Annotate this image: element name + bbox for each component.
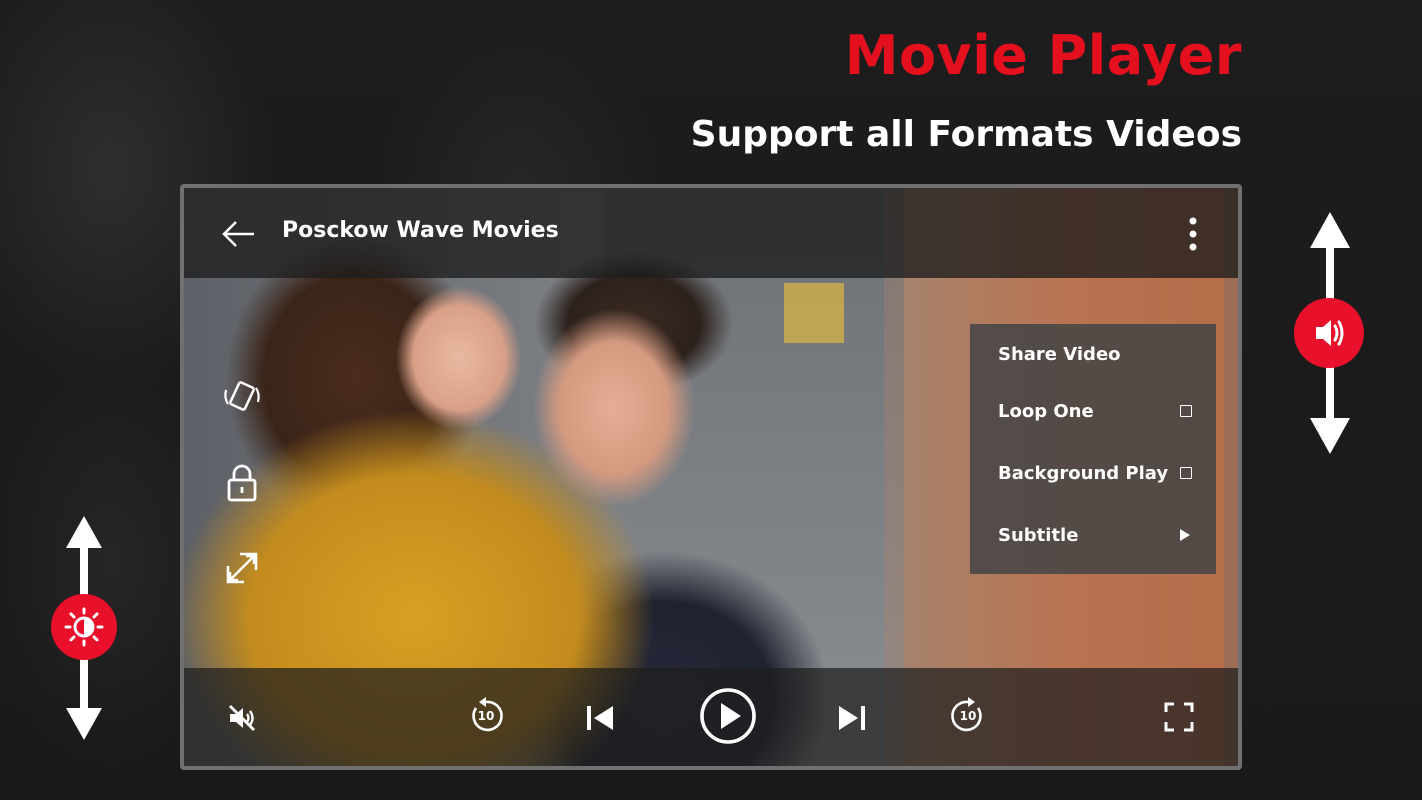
brightness-slider[interactable] (44, 516, 124, 740)
options-menu: Share Video Loop One Background Play Sub… (970, 324, 1216, 574)
menu-item-label: Background Play (998, 463, 1169, 484)
rotate-icon[interactable] (222, 376, 262, 416)
video-background-detail (784, 283, 844, 343)
video-screen[interactable]: Posckow Wave Movies Share Video Loop One… (184, 188, 1238, 766)
promo-headline: Movie Player (844, 24, 1242, 87)
menu-item-share-video[interactable]: Share Video (998, 340, 1196, 370)
video-title: Posckow Wave Movies (282, 218, 559, 243)
forward-seconds-label: 10 (959, 709, 977, 723)
fullscreen-icon[interactable] (1164, 702, 1194, 732)
video-person-face-2 (504, 298, 704, 528)
player-top-bar: Posckow Wave Movies (184, 188, 1238, 278)
brightness-button[interactable] (51, 594, 117, 660)
back-arrow-icon[interactable] (220, 216, 256, 252)
brightness-icon (64, 607, 104, 647)
menu-item-subtitle[interactable]: Subtitle (998, 521, 1196, 551)
volume-button[interactable] (1294, 298, 1364, 368)
menu-item-background-play[interactable]: Background Play (998, 459, 1196, 489)
menu-item-label: Subtitle (998, 525, 1079, 546)
promo-subheadline: Support all Formats Videos (690, 114, 1242, 155)
volume-icon (1316, 320, 1344, 346)
previous-icon[interactable] (584, 702, 616, 734)
play-icon[interactable] (698, 686, 758, 746)
mute-icon[interactable] (226, 702, 258, 734)
menu-item-label: Loop One (998, 401, 1094, 422)
lock-icon[interactable] (222, 462, 262, 502)
player-frame: Posckow Wave Movies Share Video Loop One… (180, 184, 1242, 770)
background-play-checkbox[interactable] (1180, 467, 1192, 479)
rewind-10-button[interactable]: 10 (466, 696, 506, 736)
menu-item-loop-one[interactable]: Loop One (998, 397, 1196, 427)
video-person-face (384, 283, 534, 433)
side-controls (222, 376, 262, 634)
more-vertical-icon[interactable] (1186, 214, 1200, 254)
next-icon[interactable] (836, 702, 868, 734)
player-bottom-bar: 10 10 (184, 668, 1238, 766)
menu-item-label: Share Video (998, 344, 1121, 365)
forward-10-button[interactable]: 10 (948, 696, 988, 736)
rewind-seconds-label: 10 (477, 709, 495, 723)
submenu-arrow-icon (1180, 529, 1190, 541)
volume-slider[interactable] (1290, 212, 1370, 454)
resize-icon[interactable] (222, 548, 262, 588)
loop-one-checkbox[interactable] (1180, 405, 1192, 417)
